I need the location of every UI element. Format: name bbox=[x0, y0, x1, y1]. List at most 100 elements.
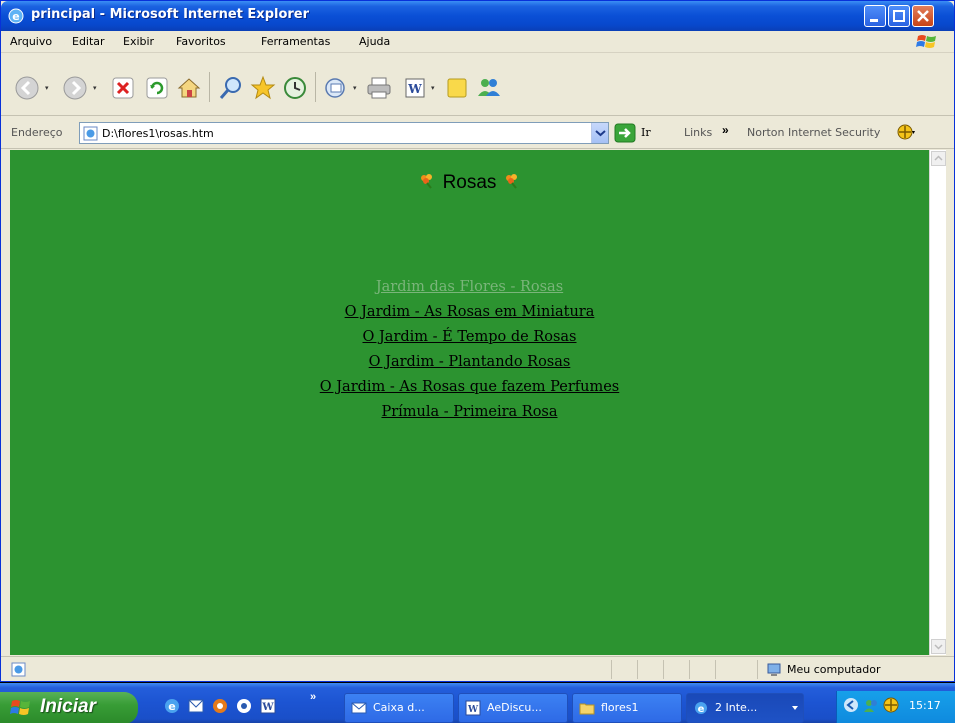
messenger-icon[interactable] bbox=[863, 697, 879, 713]
go-label[interactable]: Ir bbox=[641, 126, 651, 139]
start-button[interactable]: Iniciar bbox=[0, 692, 138, 723]
close-icon bbox=[917, 10, 929, 22]
svg-text:e: e bbox=[698, 704, 705, 715]
address-value: D:\flores1\rosas.htm bbox=[102, 127, 214, 140]
go-button[interactable] bbox=[614, 123, 636, 143]
tray-expand-icon[interactable] bbox=[843, 697, 859, 713]
toolbar-separator bbox=[315, 72, 316, 102]
menu-arquivo[interactable]: Arquivo bbox=[10, 35, 52, 48]
ie-icon: e bbox=[695, 702, 707, 715]
close-button[interactable] bbox=[912, 5, 934, 27]
page-title: Rosas bbox=[10, 172, 929, 194]
forward-dropdown-icon[interactable]: ▾ bbox=[93, 84, 97, 92]
menu-editar[interactable]: Editar bbox=[72, 35, 105, 48]
page-heading-text: Rosas bbox=[442, 172, 497, 193]
norton-label[interactable]: Norton Internet Security bbox=[747, 126, 880, 139]
minimize-button[interactable] bbox=[864, 5, 886, 27]
mail-icon[interactable] bbox=[323, 74, 351, 102]
minimize-icon bbox=[870, 19, 878, 22]
start-label: Iniciar bbox=[40, 696, 96, 717]
page-icon bbox=[83, 126, 98, 141]
media-icon[interactable] bbox=[211, 697, 229, 715]
security-zone: Meu computador bbox=[787, 663, 881, 676]
title-bar[interactable]: e principal - Microsoft Internet Explore… bbox=[1, 1, 954, 31]
notes-icon[interactable] bbox=[443, 74, 471, 102]
flower-icon bbox=[421, 174, 433, 189]
menu-bar: Arquivo Editar Exibir Favoritos Ferramen… bbox=[1, 31, 954, 53]
link-rosas-em-miniatura[interactable]: O Jardim - As Rosas em Miniatura bbox=[10, 300, 929, 325]
frame-border bbox=[1, 150, 10, 655]
computer-icon bbox=[767, 663, 781, 676]
history-icon[interactable] bbox=[281, 74, 309, 102]
address-input[interactable]: D:\flores1\rosas.htm bbox=[79, 122, 609, 144]
task-button-flores1[interactable]: flores1 bbox=[572, 693, 682, 723]
svg-text:e: e bbox=[168, 700, 175, 713]
edit-icon[interactable]: W bbox=[401, 74, 429, 102]
status-separator bbox=[663, 660, 664, 679]
vertical-scrollbar[interactable] bbox=[929, 150, 946, 655]
outlook-icon[interactable] bbox=[187, 697, 205, 715]
messenger-icon[interactable] bbox=[475, 74, 503, 102]
ie-icon[interactable]: e bbox=[163, 697, 181, 715]
norton-icon[interactable] bbox=[897, 123, 915, 141]
back-icon[interactable] bbox=[13, 74, 41, 102]
scroll-up-button[interactable] bbox=[931, 151, 946, 166]
address-dropdown-button[interactable] bbox=[591, 123, 608, 143]
chevron-down-icon bbox=[792, 706, 798, 710]
print-icon[interactable] bbox=[365, 74, 393, 102]
address-bar: Endereço D:\flores1\rosas.htm Ir Links »… bbox=[1, 117, 954, 149]
task-button-aediscu[interactable]: W AeDiscu... bbox=[458, 693, 568, 723]
browser-window: e principal - Microsoft Internet Explore… bbox=[0, 0, 955, 682]
link-primula-primeira-rosa[interactable]: Prímula - Primeira Rosa bbox=[10, 400, 929, 425]
clock: 15:17 bbox=[909, 699, 941, 712]
task-label: flores1 bbox=[601, 701, 639, 714]
chevron-up-icon bbox=[934, 155, 943, 161]
svg-text:W: W bbox=[261, 702, 274, 713]
link-rosas-perfumes[interactable]: O Jardim - As Rosas que fazem Perfumes bbox=[10, 375, 929, 400]
task-button-caixa[interactable]: Caixa d... bbox=[344, 693, 454, 723]
window-title: principal - Microsoft Internet Explorer bbox=[31, 7, 310, 22]
task-button-internet-explorer[interactable]: e 2 Inte... bbox=[686, 693, 804, 723]
desktop-icon[interactable] bbox=[235, 697, 253, 715]
page-content: Rosas Jardim das Flores - Rosas O Jardim… bbox=[10, 150, 929, 655]
links-chevron-icon[interactable]: » bbox=[722, 123, 729, 137]
maximize-button[interactable] bbox=[888, 5, 910, 27]
link-tempo-de-rosas[interactable]: O Jardim - É Tempo de Rosas bbox=[10, 325, 929, 350]
edit-dropdown-icon[interactable]: ▾ bbox=[431, 84, 435, 92]
chevron-down-icon bbox=[934, 644, 943, 650]
links-label[interactable]: Links bbox=[684, 126, 712, 139]
chevron-down-icon bbox=[595, 130, 606, 137]
quick-launch-more-icon[interactable]: » bbox=[310, 691, 316, 703]
svg-text:W: W bbox=[467, 705, 479, 715]
search-icon[interactable] bbox=[217, 74, 245, 102]
outlook-icon bbox=[351, 702, 367, 714]
system-tray: 15:17 bbox=[836, 691, 955, 723]
norton-icon[interactable] bbox=[883, 697, 899, 713]
task-label: Caixa d... bbox=[373, 701, 425, 714]
favorites-icon[interactable] bbox=[249, 74, 277, 102]
ie-icon: e bbox=[8, 8, 24, 24]
flower-icon bbox=[505, 174, 517, 189]
home-icon[interactable] bbox=[175, 74, 203, 102]
link-jardim-das-flores-rosas[interactable]: Jardim das Flores - Rosas bbox=[10, 275, 929, 300]
link-plantando-rosas[interactable]: O Jardim - Plantando Rosas bbox=[10, 350, 929, 375]
back-dropdown-icon[interactable]: ▾ bbox=[45, 84, 49, 92]
stop-icon[interactable] bbox=[109, 74, 137, 102]
word-icon: W bbox=[465, 700, 481, 716]
refresh-icon[interactable] bbox=[143, 74, 171, 102]
windows-logo-icon bbox=[916, 35, 936, 48]
svg-text:e: e bbox=[12, 10, 19, 23]
menu-favoritos[interactable]: Favoritos bbox=[176, 35, 226, 48]
forward-icon[interactable] bbox=[61, 74, 89, 102]
menu-ajuda[interactable]: Ajuda bbox=[359, 35, 390, 48]
task-label: 2 Inte... bbox=[715, 701, 758, 714]
word-icon[interactable]: W bbox=[259, 697, 277, 715]
scroll-down-button[interactable] bbox=[931, 639, 946, 654]
menu-ferramentas[interactable]: Ferramentas bbox=[261, 35, 330, 48]
svg-text:W: W bbox=[407, 82, 422, 96]
toolbar-separator bbox=[209, 72, 210, 102]
status-separator bbox=[715, 660, 716, 679]
menu-exibir[interactable]: Exibir bbox=[123, 35, 154, 48]
mail-dropdown-icon[interactable]: ▾ bbox=[353, 84, 357, 92]
page-status-icon bbox=[11, 662, 26, 677]
